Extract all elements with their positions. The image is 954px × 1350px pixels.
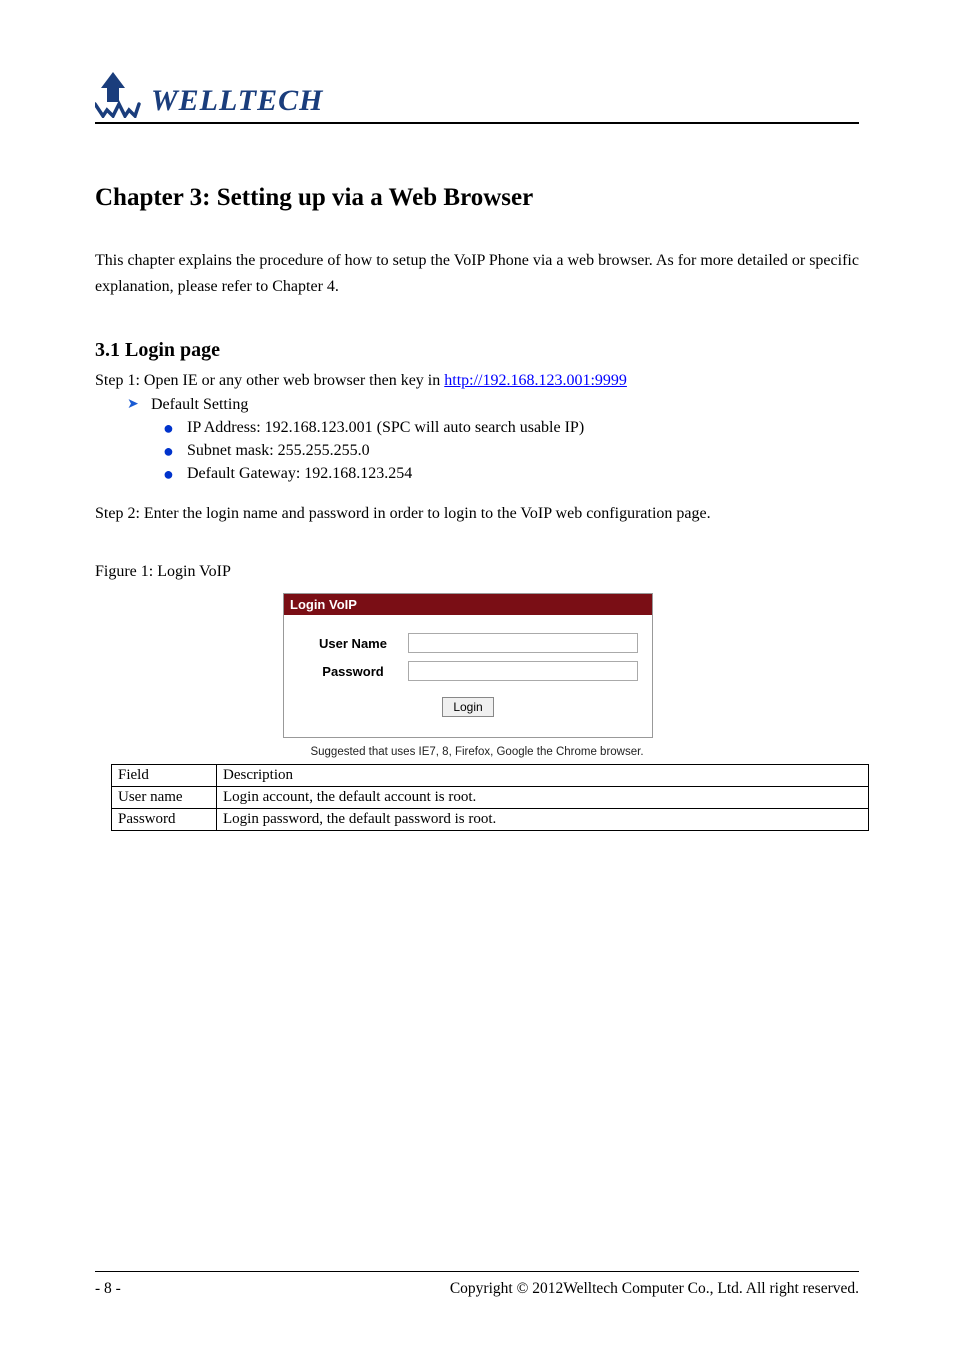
browser-suggestion: Suggested that uses IE7, 8, Firefox, Goo… <box>95 746 859 758</box>
step2-text: Step 2: Enter the login name and passwor… <box>95 505 859 523</box>
login-panel-header: Login VoIP <box>284 594 652 615</box>
password-input[interactable] <box>408 661 638 681</box>
brand-arrow-icon <box>95 70 147 118</box>
bullet-ip-text: IP Address: 192.168.123.001 (SPC will au… <box>187 419 584 436</box>
login-button[interactable]: Login <box>442 697 493 717</box>
copyright-text: Copyright © 2012Welltech Computer Co., L… <box>450 1280 859 1298</box>
table-cell-field: User name <box>112 787 217 809</box>
footer-row: - 8 - Copyright © 2012Welltech Computer … <box>95 1280 859 1298</box>
page-number: - 8 - <box>95 1280 121 1298</box>
bullet-dot-icon: ● <box>163 418 183 439</box>
default-setting-label: Default Setting <box>151 396 248 413</box>
bullet-dot-icon: ● <box>163 464 183 485</box>
login-figure: Login VoIP User Name Password Login <box>283 593 653 738</box>
bullet-ip: ● IP Address: 192.168.123.001 (SPC will … <box>163 418 859 439</box>
field-description-table: Field Description User name Login accoun… <box>111 764 869 831</box>
username-label: User Name <box>298 636 408 651</box>
table-row: Password Login password, the default pas… <box>112 809 869 831</box>
default-setting-row: ➤ Default Setting <box>127 396 859 414</box>
intro-paragraph: This chapter explains the procedure of h… <box>95 248 859 299</box>
login-panel-body: User Name Password Login <box>284 615 652 737</box>
username-input[interactable] <box>408 633 638 653</box>
password-label: Password <box>298 664 408 679</box>
figure-caption: Figure 1: Login VoIP <box>95 563 859 581</box>
brand-name: WELLTECH <box>151 84 323 118</box>
table-cell-desc: Login password, the default password is … <box>217 809 869 831</box>
page-footer: - 8 - Copyright © 2012Welltech Computer … <box>95 1271 859 1298</box>
bullet-gateway: ● Default Gateway: 192.168.123.254 <box>163 464 859 485</box>
table-cell-desc: Login account, the default account is ro… <box>217 787 869 809</box>
username-row: User Name <box>298 633 638 653</box>
step1: Step 1: Open IE or any other web browser… <box>95 372 859 390</box>
login-box: Login VoIP User Name Password Login <box>283 593 653 738</box>
step1-text: Step 1: Open IE or any other web browser… <box>95 372 444 389</box>
header-divider <box>95 122 859 124</box>
default-bullets: ● IP Address: 192.168.123.001 (SPC will … <box>163 418 859 485</box>
table-cell-desc: Description <box>217 765 869 787</box>
footer-divider <box>95 1271 859 1272</box>
bullet-mask-text: Subnet mask: 255.255.255.0 <box>187 442 370 459</box>
brand-logo: WELLTECH <box>95 70 859 118</box>
table-cell-field: Field <box>112 765 217 787</box>
section-heading: 3.1 Login page <box>95 339 859 362</box>
login-button-row: Login <box>298 697 638 717</box>
table-row: Field Description <box>112 765 869 787</box>
default-url-link[interactable]: http://192.168.123.001:9999 <box>444 372 627 389</box>
bullet-mask: ● Subnet mask: 255.255.255.0 <box>163 441 859 462</box>
chapter-title: Chapter 3: Setting up via a Web Browser <box>95 184 859 212</box>
page-content: WELLTECH Chapter 3: Setting up via a Web… <box>0 0 954 871</box>
password-row: Password <box>298 661 638 681</box>
table-cell-field: Password <box>112 809 217 831</box>
bullet-gateway-text: Default Gateway: 192.168.123.254 <box>187 465 412 482</box>
arrow-icon: ➤ <box>127 396 147 413</box>
table-row: User name Login account, the default acc… <box>112 787 869 809</box>
bullet-dot-icon: ● <box>163 441 183 462</box>
